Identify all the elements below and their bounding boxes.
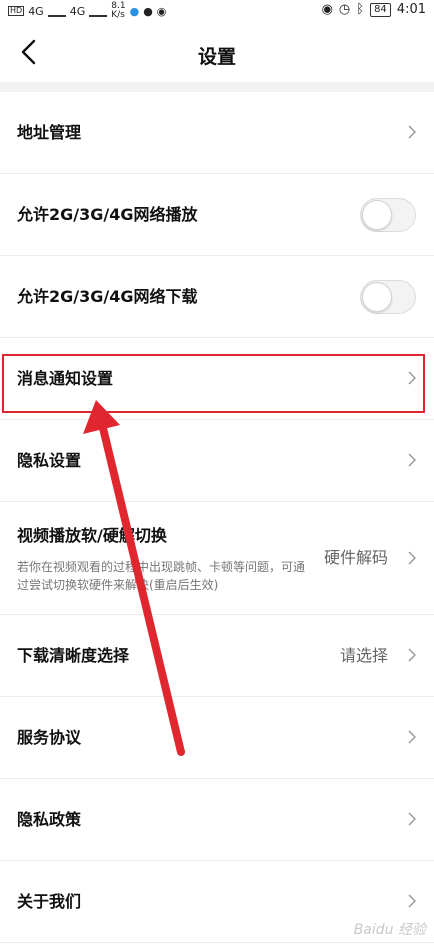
allow-play-toggle[interactable] xyxy=(360,198,416,232)
hd-icon: HD xyxy=(8,6,25,16)
settings-item-video-decode[interactable]: 视频播放软/硬解切换 若你在视频观看的过程中出现跳帧、卡顿等问题，可通过尝试切换… xyxy=(0,502,434,615)
settings-item-label: 视频播放软/硬解切换 xyxy=(17,526,167,545)
settings-item-service-agreement[interactable]: 服务协议 xyxy=(0,697,434,779)
settings-item-privacy-policy[interactable]: 隐私政策 xyxy=(0,779,434,861)
network-label: 4G xyxy=(28,4,44,18)
eye-icon: ◉ xyxy=(321,2,333,17)
shield-icon: ● xyxy=(129,4,140,18)
settings-item-label: 关于我们 xyxy=(17,892,82,911)
settings-list: 地址管理 允许2G/3G/4G网络播放 允许2G/3G/4G网络下载 消息通知设… xyxy=(0,92,434,943)
section-divider xyxy=(0,82,434,92)
network-label-2: 4G xyxy=(69,4,86,18)
settings-item-value: 硬件解码 xyxy=(323,548,388,567)
settings-item-allow-play: 允许2G/3G/4G网络播放 xyxy=(0,174,434,256)
settings-item-label: 服务协议 xyxy=(17,728,82,747)
settings-item-label: 隐私政策 xyxy=(17,810,82,829)
settings-item-label: 下载清晰度选择 xyxy=(17,646,130,665)
settings-item-download-quality[interactable]: 下载清晰度选择 请选择 xyxy=(0,615,434,697)
status-time: 4:01 xyxy=(396,2,426,17)
settings-item-notifications[interactable]: 消息通知设置 xyxy=(0,338,434,420)
network-speed: 8.1 K/s xyxy=(111,1,126,20)
chevron-right-icon xyxy=(408,730,416,744)
chevron-right-icon xyxy=(408,648,416,662)
chevron-right-icon xyxy=(408,812,416,826)
status-bar: HD 4G 4G 8.1 K/s ● ● ◉ ◉ ◷ ᛒ 84 4:01 xyxy=(0,0,434,24)
settings-item-allow-download: 允许2G/3G/4G网络下载 xyxy=(0,256,434,338)
chevron-right-icon xyxy=(408,371,416,385)
settings-item-label: 地址管理 xyxy=(17,123,82,142)
chat-icon: ● xyxy=(143,4,153,18)
bluetooth-icon: ᛒ xyxy=(356,2,365,17)
chevron-right-icon xyxy=(408,125,416,139)
settings-item-privacy-settings[interactable]: 隐私设置 xyxy=(0,420,434,502)
settings-item-label: 消息通知设置 xyxy=(17,369,114,388)
settings-item-label: 允许2G/3G/4G网络播放 xyxy=(17,205,198,224)
title-bar: 设置 xyxy=(0,24,434,82)
battery-indicator: 84 xyxy=(370,2,391,17)
settings-item-value: 请选择 xyxy=(339,646,388,665)
settings-item-label: 允许2G/3G/4G网络下载 xyxy=(17,287,198,306)
app-icon: ◉ xyxy=(156,4,167,18)
signal-icon xyxy=(47,5,66,17)
chevron-right-icon xyxy=(408,453,416,467)
settings-item-label: 隐私设置 xyxy=(17,451,82,470)
signal-icon-2 xyxy=(89,5,108,17)
page-title: 设置 xyxy=(197,46,236,68)
settings-item-description: 若你在视频观看的过程中出现跳帧、卡顿等问题，可通过尝试切换软硬件来解决(重启后生… xyxy=(17,560,306,592)
alarm-icon: ◷ xyxy=(338,2,351,17)
chevron-right-icon xyxy=(408,894,416,908)
toggle-knob xyxy=(362,282,392,312)
toggle-knob xyxy=(362,200,392,230)
chevron-right-icon xyxy=(408,551,416,565)
watermark: Baidu 经验 xyxy=(353,922,426,938)
allow-download-toggle[interactable] xyxy=(360,280,416,314)
settings-item-address[interactable]: 地址管理 xyxy=(0,92,434,174)
